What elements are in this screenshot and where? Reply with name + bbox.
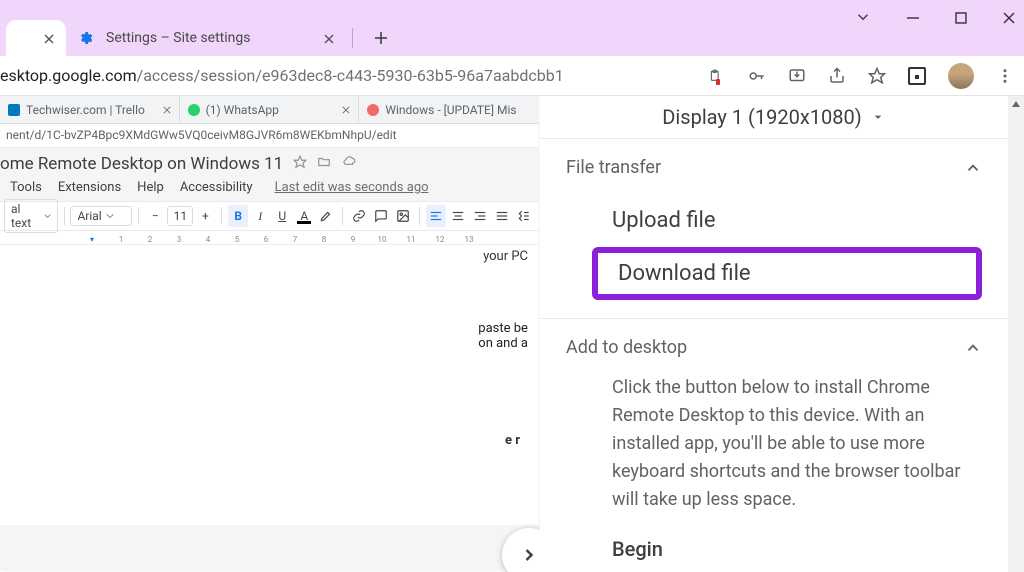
link-button[interactable]	[349, 205, 369, 227]
gear-icon	[78, 30, 94, 46]
display-select[interactable]: Display 1 (1920x1080)	[662, 105, 861, 129]
remote-tab-label: Windows - [UPDATE] Mis	[385, 103, 516, 117]
close-icon[interactable]	[163, 103, 171, 117]
asana-icon	[367, 104, 379, 116]
remote-tab-whatsapp[interactable]: (1) WhatsApp	[180, 96, 360, 123]
doc-text-fragment: paste be on and a	[478, 321, 528, 351]
file-transfer-section: File transfer Upload file Download file	[540, 138, 1008, 318]
url-path: /access/session/e963dec8-c443-5930-63b5-…	[137, 66, 564, 85]
bold-button[interactable]: B	[228, 205, 248, 227]
new-tab-button[interactable]	[367, 24, 395, 52]
star-icon[interactable]	[868, 67, 886, 85]
clipboard-blocked-icon[interactable]	[708, 67, 726, 85]
tab-title: Settings – Site settings	[106, 30, 250, 46]
trello-icon	[8, 104, 20, 116]
remote-screen[interactable]: Techwiser.com | Trello (1) WhatsApp Wind…	[0, 96, 538, 571]
remote-desktop-panel: Display 1 (1920x1080) File transfer Uplo…	[540, 96, 1008, 572]
doc-title[interactable]: ome Remote Desktop on Windows 11	[0, 154, 283, 174]
close-icon[interactable]	[324, 29, 334, 48]
doc-text-fragment: e r	[505, 433, 520, 448]
profile-avatar[interactable]	[948, 63, 974, 89]
download-file-button[interactable]: Download file	[618, 261, 751, 286]
highlight-button[interactable]	[316, 205, 336, 227]
section-title[interactable]: Add to desktop	[566, 337, 687, 358]
add-to-desktop-section: Add to desktop Click the button below to…	[540, 318, 1008, 572]
titlebar: Settings – Site settings	[0, 0, 1024, 56]
tab-separator	[352, 28, 353, 48]
remote-browser-tabs: Techwiser.com | Trello (1) WhatsApp Wind…	[0, 96, 538, 124]
style-select[interactable]: al text	[4, 199, 58, 233]
close-button[interactable]	[1002, 10, 1016, 29]
increase-font-button[interactable]: +	[195, 205, 215, 227]
install-icon[interactable]	[788, 67, 806, 85]
tab-remote-desktop[interactable]	[6, 20, 66, 56]
tab-settings[interactable]: Settings – Site settings	[66, 20, 346, 56]
font-select[interactable]: Arial	[70, 206, 132, 226]
share-icon[interactable]	[828, 67, 846, 85]
align-right-button[interactable]	[470, 205, 490, 227]
minimize-button[interactable]	[906, 10, 920, 29]
chevron-up-icon[interactable]	[964, 159, 982, 177]
maximize-button[interactable]	[954, 10, 968, 29]
extensions-icon[interactable]	[908, 67, 926, 85]
section-title[interactable]: File transfer	[566, 157, 661, 178]
underline-button[interactable]: U	[272, 205, 292, 227]
menu-tools[interactable]: Tools	[10, 180, 42, 195]
vertical-scrollbar[interactable]	[1008, 96, 1024, 572]
text-color-button[interactable]: A	[294, 205, 314, 227]
image-button[interactable]	[393, 205, 413, 227]
scroll-up-icon[interactable]	[1008, 96, 1024, 112]
star-icon[interactable]	[293, 154, 307, 174]
begin-button[interactable]: Begin	[566, 537, 982, 561]
close-icon[interactable]	[342, 103, 350, 117]
comment-button[interactable]	[371, 205, 391, 227]
doc-text-fragment: your PC	[116, 249, 538, 264]
line-spacing-button[interactable]	[514, 205, 534, 227]
menu-help[interactable]: Help	[137, 180, 164, 195]
folder-icon[interactable]	[317, 154, 331, 174]
cloud-icon[interactable]	[341, 154, 357, 174]
menu-extensions[interactable]: Extensions	[58, 180, 121, 195]
window-chevron-icon[interactable]	[854, 8, 872, 30]
upload-file-button[interactable]: Upload file	[612, 198, 982, 243]
align-center-button[interactable]	[448, 205, 468, 227]
italic-button[interactable]: I	[250, 205, 270, 227]
browser-tabs: Settings – Site settings	[6, 18, 395, 56]
font-size-input[interactable]: 11	[167, 206, 193, 226]
remote-url-bar[interactable]: nent/d/1C-bvZP4Bpc9XMdGWw5VQ0ceivM8GJVR6…	[0, 124, 538, 148]
menu-accessibility[interactable]: Accessibility	[180, 180, 253, 195]
doc-title-row: ome Remote Desktop on Windows 11	[0, 148, 538, 176]
close-icon[interactable]	[44, 29, 54, 48]
url-host: esktop.google.com	[0, 66, 137, 85]
document-body[interactable]: your PC paste be on and a e r	[0, 245, 538, 525]
add-to-desktop-description: Click the button below to install Chrome…	[566, 374, 982, 513]
key-icon[interactable]	[748, 67, 766, 85]
docs-ruler[interactable]: ▾12345678910111213	[0, 231, 538, 245]
docs-menubar: Tools Extensions Help Accessibility Last…	[0, 176, 538, 201]
chevron-up-icon[interactable]	[964, 339, 982, 357]
page-content: Techwiser.com | Trello (1) WhatsApp Wind…	[0, 96, 1024, 572]
kebab-menu-icon[interactable]	[996, 67, 1014, 85]
remote-tab-windows[interactable]: Windows - [UPDATE] Mis	[359, 96, 538, 123]
remote-tab-trello[interactable]: Techwiser.com | Trello	[0, 96, 180, 123]
decrease-font-button[interactable]: −	[145, 205, 165, 227]
align-left-button[interactable]	[426, 205, 446, 227]
download-highlight: Download file	[592, 247, 982, 300]
url-text[interactable]: esktop.google.com/access/session/e963dec…	[0, 66, 694, 85]
address-bar: esktop.google.com/access/session/e963dec…	[0, 56, 1024, 96]
remote-tab-label: Techwiser.com | Trello	[26, 103, 145, 117]
last-edit-link[interactable]: Last edit was seconds ago	[275, 180, 429, 195]
whatsapp-icon	[188, 104, 200, 116]
align-justify-button[interactable]	[492, 205, 512, 227]
remote-tab-label: (1) WhatsApp	[206, 103, 279, 117]
dropdown-icon[interactable]	[870, 109, 886, 125]
docs-toolbar: al text Arial − 11 + B I U A	[0, 201, 538, 231]
